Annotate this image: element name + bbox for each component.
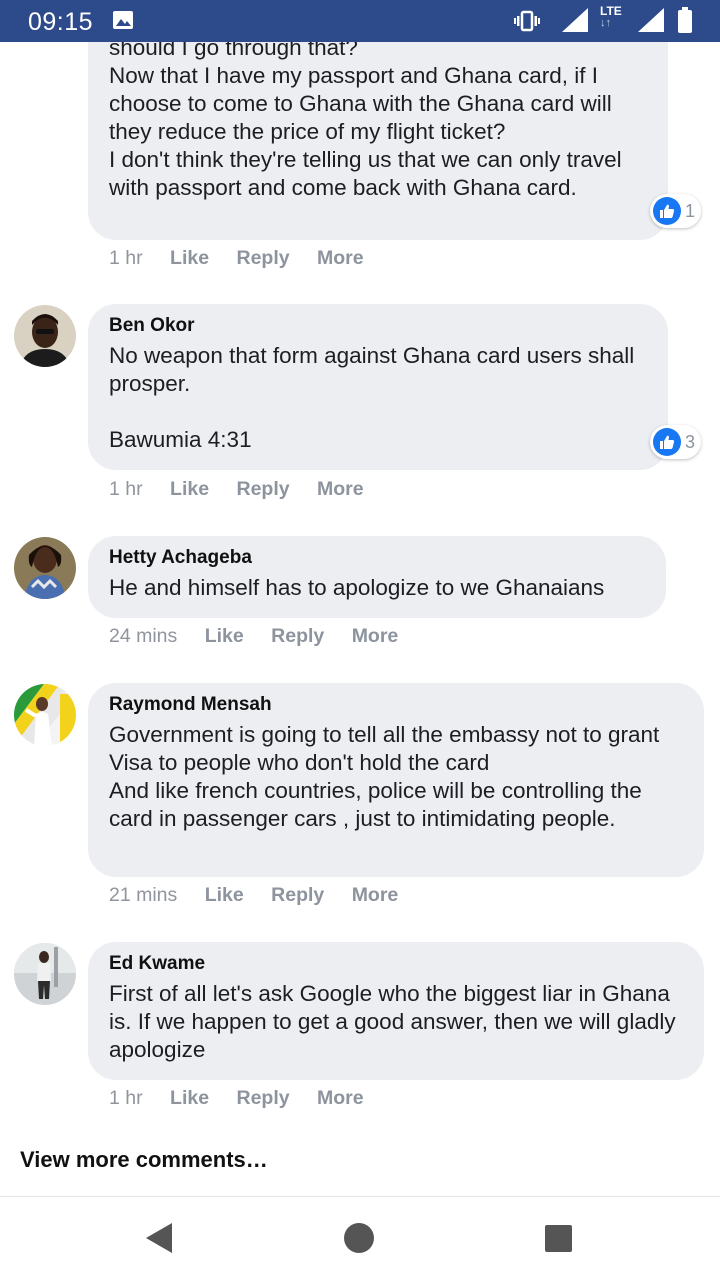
- reply-button[interactable]: Reply: [236, 478, 289, 500]
- recents-icon[interactable]: [545, 1225, 572, 1257]
- comment-text: should I go through that? Now that I hav…: [109, 42, 622, 200]
- avatar[interactable]: [14, 684, 76, 746]
- comment-text: Government is going to tell all the emba…: [109, 722, 660, 831]
- more-button[interactable]: More: [352, 884, 399, 906]
- like-button[interactable]: Like: [170, 478, 209, 500]
- comment-bubble: Ed Kwame First of all let's ask Google w…: [88, 942, 704, 1080]
- view-more-comments-link[interactable]: View more comments…: [20, 1147, 268, 1173]
- status-bar: 09:15 LTE ↓↑: [0, 0, 720, 42]
- comment-time: 24 mins: [109, 625, 178, 647]
- home-icon[interactable]: [344, 1223, 374, 1258]
- comment-author[interactable]: Hetty Achageba: [109, 546, 646, 570]
- comment-actions: 24 mins Like Reply More: [109, 625, 420, 648]
- like-button[interactable]: Like: [170, 247, 209, 269]
- more-button[interactable]: More: [317, 247, 364, 269]
- avatar[interactable]: [14, 537, 76, 599]
- vibrate-icon: [514, 10, 540, 32]
- comment-actions: 1 hr Like Reply More: [109, 247, 386, 270]
- reaction-count: 1: [685, 200, 696, 221]
- reply-button[interactable]: Reply: [236, 247, 289, 269]
- comment-actions: 1 hr Like Reply More: [109, 1087, 386, 1110]
- status-time: 09:15: [28, 8, 94, 36]
- signal-icon: [562, 8, 588, 32]
- like-button[interactable]: Like: [205, 625, 244, 647]
- reaction-badge[interactable]: 1: [650, 194, 702, 228]
- comment-author[interactable]: Ben Okor: [109, 314, 648, 338]
- comment-bubble: Raymond Mensah Government is going to te…: [88, 683, 704, 877]
- comment-bubble: Ben Okor No weapon that form against Gha…: [88, 304, 668, 470]
- comment-time: 1 hr: [109, 247, 143, 269]
- comment-text: First of all let's ask Google who the bi…: [109, 981, 682, 1062]
- battery-icon: [678, 7, 692, 33]
- back-icon[interactable]: [146, 1223, 172, 1258]
- comment-author[interactable]: Ed Kwame: [109, 952, 684, 976]
- comment-text: No weapon that form against Ghana card u…: [109, 343, 635, 452]
- lte-label: LTE ↓↑: [600, 4, 622, 29]
- image-icon: [112, 10, 134, 30]
- like-reaction-icon: [653, 197, 681, 225]
- more-button[interactable]: More: [317, 1087, 364, 1109]
- avatar[interactable]: [14, 305, 76, 367]
- comments-list: should I go through that? Now that I hav…: [0, 42, 720, 1194]
- lte-signal-icon: [638, 8, 664, 32]
- comment-text: He and himself has to apologize to we Gh…: [109, 575, 605, 600]
- comment-bubble: Hetty Achageba He and himself has to apo…: [88, 536, 666, 618]
- comment-time: 1 hr: [109, 478, 143, 500]
- more-button[interactable]: More: [317, 478, 364, 500]
- comment-author[interactable]: Raymond Mensah: [109, 693, 684, 717]
- navigation-bar: [0, 1196, 720, 1281]
- reply-button[interactable]: Reply: [236, 1087, 289, 1109]
- comment-time: 21 mins: [109, 884, 178, 906]
- like-reaction-icon: [653, 428, 681, 456]
- reply-button[interactable]: Reply: [271, 625, 324, 647]
- comment-actions: 21 mins Like Reply More: [109, 884, 420, 907]
- like-button[interactable]: Like: [170, 1087, 209, 1109]
- more-button[interactable]: More: [352, 625, 399, 647]
- comment-actions: 1 hr Like Reply More: [109, 478, 386, 501]
- comment-bubble: should I go through that? Now that I hav…: [88, 42, 668, 240]
- reaction-count: 3: [685, 431, 696, 452]
- reaction-badge[interactable]: 3: [650, 425, 702, 459]
- like-button[interactable]: Like: [205, 884, 244, 906]
- reply-button[interactable]: Reply: [271, 884, 324, 906]
- avatar[interactable]: [14, 943, 76, 1005]
- comment-time: 1 hr: [109, 1087, 143, 1109]
